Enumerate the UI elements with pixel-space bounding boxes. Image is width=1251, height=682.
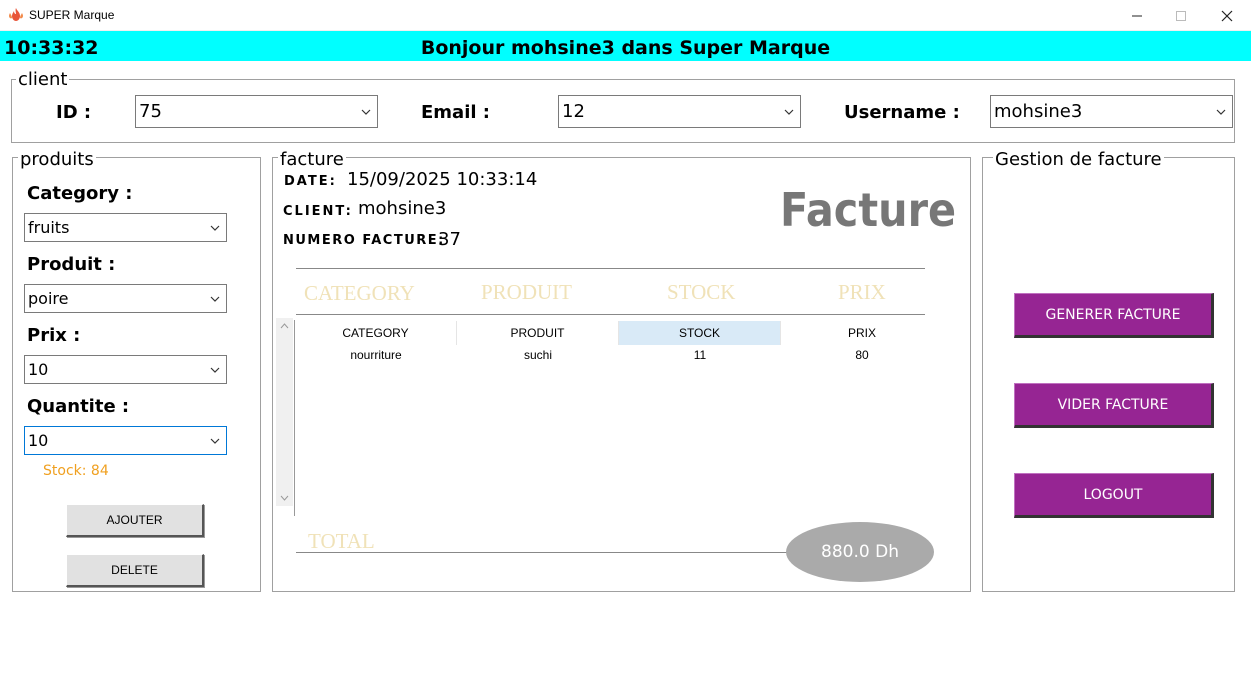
category-label: Category : [27,183,133,204]
id-combobox[interactable]: 75 [135,95,378,128]
scroll-up-icon[interactable] [279,321,290,332]
maximize-button[interactable] [1158,0,1204,31]
chevron-down-icon [1216,109,1226,115]
window-title: SUPER Marque [29,8,115,22]
gestion-group-title: Gestion de facture [993,149,1164,170]
delete-button[interactable]: DELETE [66,554,204,587]
facture-big-title: Facture [780,183,957,237]
generer-facture-button[interactable]: GENERER FACTURE [1014,293,1214,338]
category-value: fruits [28,218,70,237]
numero-facture-label: NUMERO FACTURE: [283,233,445,248]
chevron-down-icon [210,225,220,231]
total-label: TOTAL [308,529,375,553]
prix-value: 10 [28,360,49,379]
email-value: 12 [562,101,585,122]
category-combobox[interactable]: fruits [24,213,227,242]
scroll-down-icon[interactable] [279,492,290,503]
client-value: mohsine3 [358,198,447,219]
divider-mid [296,314,925,315]
table-header-category[interactable]: CATEGORY [295,321,457,345]
table-cell-category[interactable]: nourriture [295,346,457,364]
ghost-header-produit: PRODUIT [481,280,573,304]
client-group-title: client [16,69,70,90]
numero-facture-value: 37 [438,229,461,250]
id-value: 75 [139,101,162,122]
stock-text: Stock: 84 [43,463,109,479]
id-label: ID : [56,102,92,123]
table-header-produit[interactable]: PRODUIT [457,321,619,345]
chevron-down-icon [361,109,371,115]
table-header-stock[interactable]: STOCK [619,321,781,345]
username-combobox[interactable]: mohsine3 [990,95,1233,128]
produit-combobox[interactable]: poire [24,284,227,313]
quantite-combobox[interactable]: 10 [24,426,227,455]
chevron-down-icon [210,438,220,444]
close-button[interactable] [1204,0,1250,31]
username-value: mohsine3 [994,101,1083,122]
minimize-icon [1132,15,1142,16]
date-label: DATE: [284,174,337,189]
client-label: CLIENT: [283,204,353,219]
table-header-prix[interactable]: PRIX [781,321,943,345]
quantite-value: 10 [28,431,49,450]
table-cell-stock[interactable]: 11 [619,346,781,364]
close-icon [1221,10,1233,21]
flame-logo-icon [9,8,23,21]
ghost-header-prix: PRIX [838,280,886,304]
divider-top [296,268,925,269]
chevron-down-icon [210,367,220,373]
ghost-header-category: CATEGORY [304,281,415,305]
table-cell-produit[interactable]: suchi [457,346,619,364]
prix-label: Prix : [27,325,81,346]
facture-group-title: facture [278,149,346,170]
table-scrollbar[interactable] [276,318,293,506]
table-cell-prix[interactable]: 80 [781,346,943,364]
email-label: Email : [421,102,491,123]
greeting-text: Bonjour mohsine3 dans Super Marque [420,37,831,59]
logout-button[interactable]: LOGOUT [1014,473,1214,518]
clock: 10:33:32 [4,37,99,59]
ghost-header-stock: STOCK [667,280,736,304]
produit-value: poire [28,289,69,308]
maximize-icon [1176,10,1186,21]
ajouter-button[interactable]: AJOUTER [66,504,204,537]
total-divider [296,552,796,553]
total-value: 880.0 Dh [786,522,934,582]
quantite-label: Quantite : [27,396,130,417]
vider-facture-button[interactable]: VIDER FACTURE [1014,383,1214,428]
email-combobox[interactable]: 12 [558,95,801,128]
window-title-bar[interactable] [0,0,1251,31]
chevron-down-icon [210,296,220,302]
produits-group-title: produits [18,149,96,170]
produit-label: Produit : [27,254,116,275]
gestion-group [982,157,1235,592]
prix-combobox[interactable]: 10 [24,355,227,384]
date-value: 15/09/2025 10:33:14 [347,169,538,190]
username-label: Username : [844,102,960,123]
minimize-button[interactable] [1114,0,1160,31]
chevron-down-icon [784,109,794,115]
